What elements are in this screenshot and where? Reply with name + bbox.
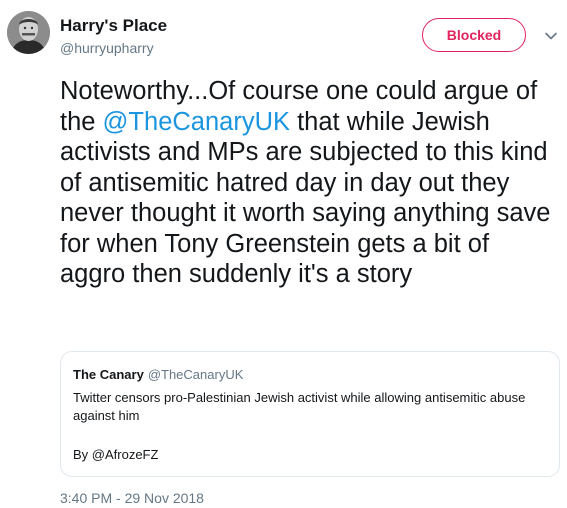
avatar[interactable] [7,11,50,54]
quoted-tweet-header: The Canary @TheCanaryUK [73,367,243,382]
quoted-tweet-card[interactable]: The Canary @TheCanaryUK Twitter censors p… [60,351,560,477]
chevron-down-icon[interactable] [543,28,559,44]
avatar-portrait-icon [7,11,50,54]
quoted-author-handle: @TheCanaryUK [147,367,244,382]
quoted-tweet-byline: By @AfrozeFZ [73,447,159,462]
blocked-button[interactable]: Blocked [422,18,526,52]
author-name[interactable]: Harry's Place [60,16,167,36]
quoted-tweet-text: Twitter censors pro-Palestinian Jewish a… [73,390,526,423]
blocked-button-label: Blocked [446,27,502,43]
author-handle[interactable]: @hurryupharry [60,40,154,56]
mention-link[interactable]: @TheCanaryUK [103,108,290,136]
quoted-author-name: The Canary [73,367,144,382]
tweet-text: Noteworthy...Of course one could argue o… [60,76,560,290]
tweet-timestamp[interactable]: 3:40 PM - 29 Nov 2018 [60,490,204,506]
